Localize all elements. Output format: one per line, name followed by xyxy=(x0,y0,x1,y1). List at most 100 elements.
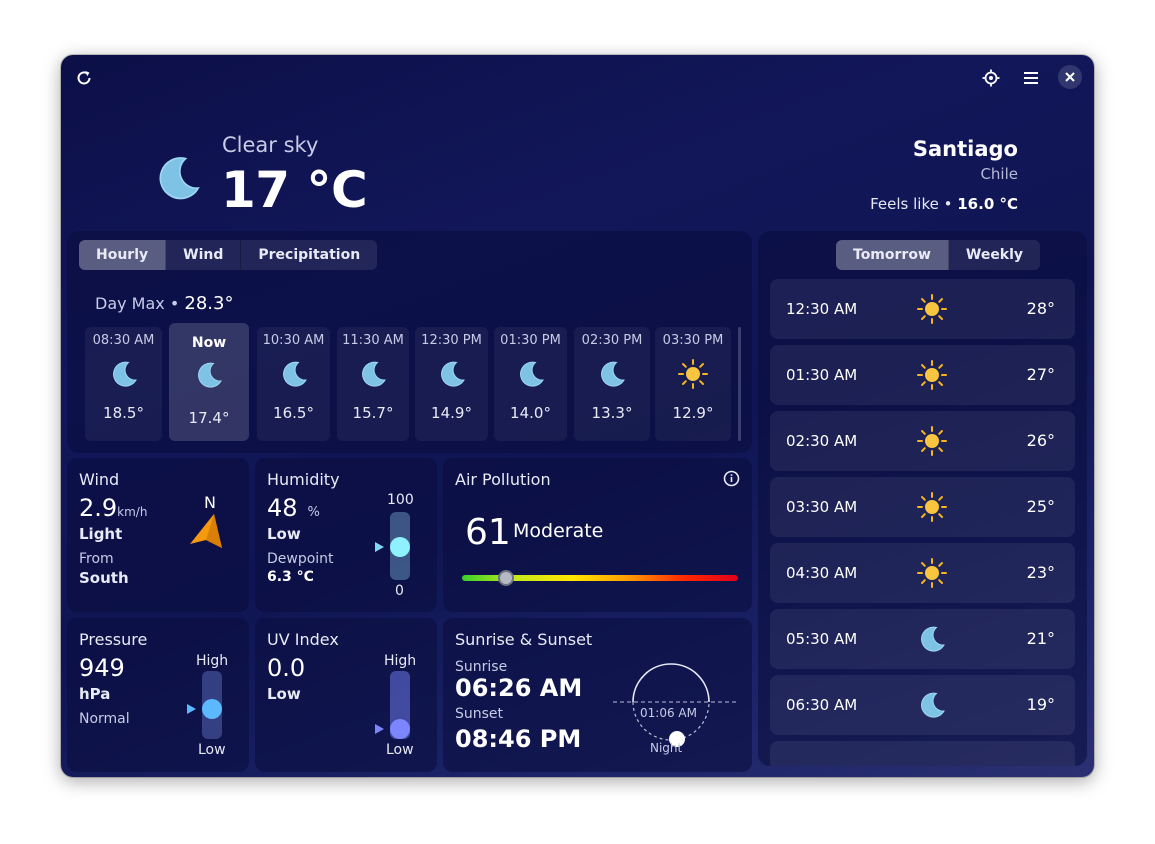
forecast-time: 03:30 AM xyxy=(786,498,858,516)
forecast-time: 02:30 AM xyxy=(786,432,858,450)
day-max-value: 28.3° xyxy=(184,293,234,314)
condition-text: Clear sky xyxy=(222,133,319,157)
moon-icon xyxy=(193,359,225,391)
hamburger-menu-icon[interactable] xyxy=(1018,65,1044,91)
hourly-item[interactable]: 10:30 AM 16.5° xyxy=(257,327,330,441)
forecast-row[interactable]: 05:30 AM 21° xyxy=(770,609,1075,669)
uv-tile: UV Index 0.0 Low High Low xyxy=(255,618,437,772)
hourly-panel: Hourly Wind Precipitation Day Max • 28.3… xyxy=(67,231,752,453)
hourly-item[interactable]: 08:30 AM 18.5° xyxy=(85,327,162,441)
pressure-gauge-knob xyxy=(202,698,222,719)
pressure-low: Low xyxy=(198,742,226,758)
tab-tomorrow[interactable]: Tomorrow xyxy=(836,240,949,270)
hourly-time: 10:30 AM xyxy=(262,333,325,348)
hourly-time: 02:30 PM xyxy=(581,333,643,348)
humidity-max: 100 xyxy=(387,492,414,508)
sun-icon xyxy=(916,425,948,457)
pressure-high: High xyxy=(196,653,229,669)
forecast-row[interactable]: 03:30 AM 25° xyxy=(770,477,1075,537)
city-name: Santiago xyxy=(912,137,1018,161)
hourly-time: 03:30 PM xyxy=(662,333,724,348)
forecast-row[interactable]: 02:30 AM 26° xyxy=(770,411,1075,471)
feels-like-value: 16.0 °C xyxy=(957,195,1018,213)
pressure-desc: Normal xyxy=(79,711,130,727)
humidity-gauge-knob xyxy=(390,536,410,557)
forecast-row[interactable]: 04:30 AM 23° xyxy=(770,543,1075,603)
moon-icon xyxy=(151,151,205,205)
aqi-knob xyxy=(498,570,515,586)
refresh-icon[interactable] xyxy=(71,65,97,91)
wind-title: Wind xyxy=(79,470,120,489)
forecast-temp: 23° xyxy=(1026,563,1055,582)
hourly-item[interactable]: 01:30 PM 14.0° xyxy=(494,327,567,441)
hourly-temp: 13.3° xyxy=(591,404,633,422)
hourly-temp: 18.5° xyxy=(103,404,144,422)
humidity-desc: Low xyxy=(267,525,301,543)
aqi-value: 61 xyxy=(465,512,511,553)
hourly-temp: 16.5° xyxy=(273,404,314,422)
hourly-item[interactable]: 02:30 PM 13.3° xyxy=(574,327,650,441)
day-max: Day Max • 28.3° xyxy=(95,293,233,314)
forecast-temp: 26° xyxy=(1026,431,1055,450)
sun-icon xyxy=(916,491,948,523)
sunset-label: Sunset xyxy=(455,706,504,722)
tab-hourly[interactable]: Hourly xyxy=(79,240,167,270)
feels-like-label: Feels like • xyxy=(870,195,953,213)
wind-speed-unit: km/h xyxy=(117,505,148,519)
sunrise-label: Sunrise xyxy=(455,659,508,675)
moon-icon xyxy=(108,358,140,390)
forecast-temp: 28° xyxy=(1026,299,1055,318)
humidity-unit: % xyxy=(307,505,320,520)
sun-icon xyxy=(677,358,709,390)
aqi-desc: Moderate xyxy=(513,520,604,542)
tab-precipitation[interactable]: Precipitation xyxy=(241,240,377,270)
hourly-item[interactable]: 12:30 PM 14.9° xyxy=(415,327,488,441)
forecast-row[interactable]: 01:30 AM 27° xyxy=(770,345,1075,405)
wind-from-label: From xyxy=(79,551,114,567)
forecast-row[interactable]: 12:30 AM 28° xyxy=(770,279,1075,339)
day-max-label: Day Max • xyxy=(95,294,180,313)
forecast-time: 04:30 AM xyxy=(786,564,858,582)
sun-dial-time: 01:06 AM xyxy=(640,706,697,720)
forecast-row[interactable]: 06:30 AM 19° xyxy=(770,675,1075,735)
wind-speed-value: 2.9 xyxy=(79,494,118,522)
hourly-item-now[interactable]: Now 17.4° xyxy=(169,323,249,441)
hourly-tabs: Hourly Wind Precipitation xyxy=(79,240,378,270)
forecast-temp: 19° xyxy=(1026,695,1055,714)
tab-wind[interactable]: Wind xyxy=(166,240,242,270)
sunset-time: 08:46 PM xyxy=(455,725,582,753)
pressure-title: Pressure xyxy=(79,630,148,649)
forecast-panel: Tomorrow Weekly 12:30 AM 28° 01:30 AM 27… xyxy=(758,231,1087,766)
air-pollution-title: Air Pollution xyxy=(455,470,551,489)
uv-value: 0.0 xyxy=(267,654,306,682)
moon-icon xyxy=(515,358,547,390)
hourly-time: 08:30 AM xyxy=(92,333,155,348)
sun-icon xyxy=(916,293,948,325)
hourly-temp: 15.7° xyxy=(352,404,394,422)
moon-icon xyxy=(436,358,468,390)
crosshair-icon[interactable] xyxy=(978,65,1004,91)
info-icon[interactable] xyxy=(723,470,740,487)
forecast-time: 05:30 AM xyxy=(786,630,858,648)
hourly-scroll-edge xyxy=(738,327,741,441)
hourly-item[interactable]: 03:30 PM 12.9° xyxy=(655,327,731,441)
sun-icon xyxy=(916,359,948,391)
tab-weekly[interactable]: Weekly xyxy=(949,240,1040,270)
air-pollution-tile: Air Pollution 61 Moderate xyxy=(443,458,752,612)
wind-tile: Wind 2.9km/h Light From South N xyxy=(67,458,249,612)
navigation-arrow-icon xyxy=(190,514,222,548)
hourly-temp: 12.9° xyxy=(672,404,714,422)
moon-icon xyxy=(916,689,948,721)
close-icon[interactable] xyxy=(1058,65,1082,89)
hourly-temp: 17.4° xyxy=(188,409,230,427)
uv-low: Low xyxy=(386,742,414,758)
humidity-min: 0 xyxy=(395,583,404,599)
humidity-tile: Humidity 48% Low Dewpoint 6.3 °C 100 0 xyxy=(255,458,437,612)
wind-desc: Light xyxy=(79,525,123,543)
forecast-row-partial[interactable] xyxy=(770,741,1075,766)
dewpoint-label: Dewpoint xyxy=(267,551,334,567)
hourly-time: 11:30 AM xyxy=(342,333,404,348)
forecast-time: 01:30 AM xyxy=(786,366,858,384)
pressure-tile: Pressure 949 hPa Normal High Low xyxy=(67,618,249,772)
hourly-item[interactable]: 11:30 AM 15.7° xyxy=(337,327,409,441)
